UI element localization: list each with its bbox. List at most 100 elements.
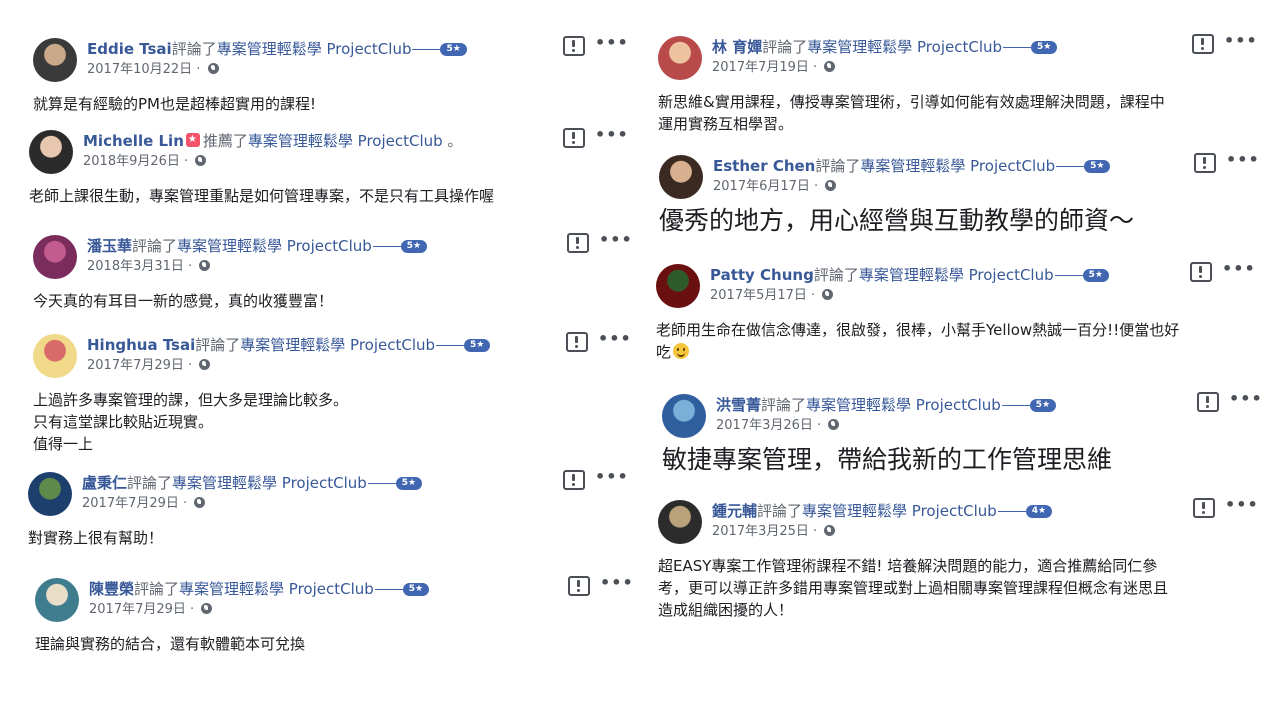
globe-icon (824, 61, 836, 72)
review-text-line: 上過許多專案管理的課，但大多是理論比較多。 (33, 391, 349, 409)
report-icon[interactable] (568, 575, 590, 596)
smiley-emoji-icon (673, 343, 690, 359)
page-link[interactable]: 專案管理輕鬆學 ProjectClub (802, 502, 997, 520)
recommend-icon: ★ (185, 133, 200, 147)
avatar[interactable] (33, 38, 77, 82)
review-action: 評論了 (134, 580, 180, 598)
page-link[interactable]: 專案管理輕鬆學 ProjectClub (860, 157, 1055, 175)
review-actions: ••• (568, 574, 634, 596)
reviewer-name[interactable]: 林 育嬋 (712, 38, 762, 56)
page-link[interactable]: 專案管理輕鬆學 ProjectClub (172, 474, 367, 492)
review-date[interactable]: 2017年7月29日 · (89, 602, 198, 617)
review-text-line: 今天真的有耳目一新的感覺，真的收獲豐富！ (33, 292, 334, 310)
report-icon[interactable] (1193, 497, 1215, 518)
reviewer-name[interactable]: Patty Chung (710, 266, 814, 284)
review-text: 理論與實務的結合，還有軟體範本可兌換 (35, 633, 305, 655)
review-text-line: 值得一上 (33, 435, 94, 453)
more-options-button[interactable]: ••• (599, 231, 633, 247)
review-action: 評論了 (757, 502, 803, 520)
review-actions: ••• (563, 468, 629, 490)
avatar[interactable] (658, 500, 702, 544)
reviewer-name[interactable]: 盧秉仁 (82, 474, 127, 492)
review-text-line: 吃 (656, 341, 1179, 363)
reviewer-name[interactable]: Michelle Lin (83, 132, 184, 150)
rating-badge: 5★ (464, 338, 491, 352)
reviewer-name[interactable]: 鍾元輔 (712, 502, 757, 520)
avatar[interactable] (35, 578, 79, 622)
review-text: 超EASY專案工作管理術課程不錯! 培養解決問題的能力，適合推薦給同仁參 考，更可… (658, 555, 1168, 621)
review-text-line: 敏捷專案管理，帶給我新的工作管理思維 (662, 445, 1113, 474)
rating-badge: 5★ (395, 476, 423, 490)
report-icon[interactable] (1190, 261, 1212, 282)
report-icon[interactable] (563, 469, 585, 490)
reviewer-name[interactable]: 陳豐榮 (89, 580, 134, 598)
review-text-line: 理論與實務的結合，還有軟體範本可兌換 (35, 635, 306, 653)
globe-icon (825, 180, 837, 191)
avatar[interactable] (29, 130, 73, 174)
review-date[interactable]: 2017年3月25日 · (712, 524, 821, 539)
page-link[interactable]: 專案管理輕鬆學 ProjectClub (806, 396, 1001, 414)
review-date[interactable]: 2017年5月17日 · (710, 288, 819, 303)
review-text-line: 優秀的地方，用心經營與互動教學的師資～ (659, 206, 1135, 235)
review-actions: ••• (1192, 32, 1258, 54)
review-action: 評論了 (813, 266, 859, 284)
reviewer-name[interactable]: Eddie Tsai (87, 40, 172, 58)
review-date[interactable]: 2017年3月26日 · (716, 418, 825, 433)
avatar[interactable] (28, 472, 72, 516)
report-icon[interactable] (563, 127, 585, 148)
avatar[interactable] (656, 264, 700, 308)
report-icon[interactable] (567, 232, 589, 253)
review-date[interactable]: 2017年7月29日 · (82, 496, 191, 511)
more-options-button[interactable]: ••• (600, 574, 634, 590)
page-link[interactable]: 專案管理輕鬆學 ProjectClub (859, 266, 1054, 284)
report-icon[interactable] (1197, 391, 1219, 412)
reviewer-name[interactable]: Esther Chen (713, 157, 815, 175)
page-link[interactable]: 專案管理輕鬆學 ProjectClub (179, 580, 374, 598)
more-options-button[interactable]: ••• (1226, 151, 1260, 167)
more-options-button[interactable]: ••• (1225, 496, 1259, 512)
more-options-button[interactable]: ••• (595, 34, 629, 50)
avatar[interactable] (662, 394, 706, 438)
review-action: 評論了 (132, 237, 178, 255)
review-date[interactable]: 2018年9月26日 · (83, 154, 192, 169)
page-link[interactable]: 專案管理輕鬆學 ProjectClub (217, 40, 412, 58)
globe-icon (207, 63, 219, 74)
review-action: 評論了 (815, 157, 861, 175)
more-options-button[interactable]: ••• (1224, 32, 1258, 48)
review-actions: ••• (566, 330, 632, 352)
page-link[interactable]: 專案管理輕鬆學 ProjectClub (248, 132, 443, 150)
review-text: 今天真的有耳目一新的感覺，真的收獲豐富！ (33, 290, 333, 312)
review-date[interactable]: 2018年3月31日 · (87, 259, 196, 274)
page-link[interactable]: 專案管理輕鬆學 ProjectClub (240, 336, 435, 354)
review-date[interactable]: 2017年7月19日 · (712, 60, 821, 75)
review-text: 敏捷專案管理，帶給我新的工作管理思維 (662, 444, 1112, 476)
rating-badge: 4★ (1025, 504, 1053, 518)
globe-icon (199, 260, 211, 271)
more-options-button[interactable]: ••• (1229, 390, 1263, 406)
more-options-button[interactable]: ••• (595, 126, 629, 142)
globe-icon (828, 419, 840, 430)
avatar[interactable] (658, 36, 702, 80)
more-options-button[interactable]: ••• (595, 468, 629, 484)
page-link[interactable]: 專案管理輕鬆學 ProjectClub (177, 237, 372, 255)
report-icon[interactable] (563, 35, 585, 56)
page-link[interactable]: 專案管理輕鬆學 ProjectClub (807, 38, 1002, 56)
reviewer-name[interactable]: 洪雪菁 (716, 396, 761, 414)
avatar[interactable] (659, 155, 703, 199)
rating-indicator: 4★ (997, 502, 1053, 520)
globe-icon (194, 497, 206, 508)
report-icon[interactable] (566, 331, 588, 352)
report-icon[interactable] (1192, 33, 1214, 54)
rating-indicator: 5★ (374, 580, 430, 598)
review-date[interactable]: 2017年6月17日 · (713, 179, 822, 194)
review-date[interactable]: 2017年10月22日 · (87, 62, 205, 77)
report-icon[interactable] (1194, 152, 1216, 173)
review-date[interactable]: 2017年7月29日 · (87, 358, 196, 373)
reviewer-name[interactable]: 潘玉華 (87, 237, 132, 255)
more-options-button[interactable]: ••• (598, 330, 632, 346)
review-action: 評論了 (762, 38, 808, 56)
more-options-button[interactable]: ••• (1222, 260, 1256, 276)
avatar[interactable] (33, 235, 77, 279)
avatar[interactable] (33, 334, 77, 378)
reviewer-name[interactable]: Hinghua Tsai (87, 336, 195, 354)
